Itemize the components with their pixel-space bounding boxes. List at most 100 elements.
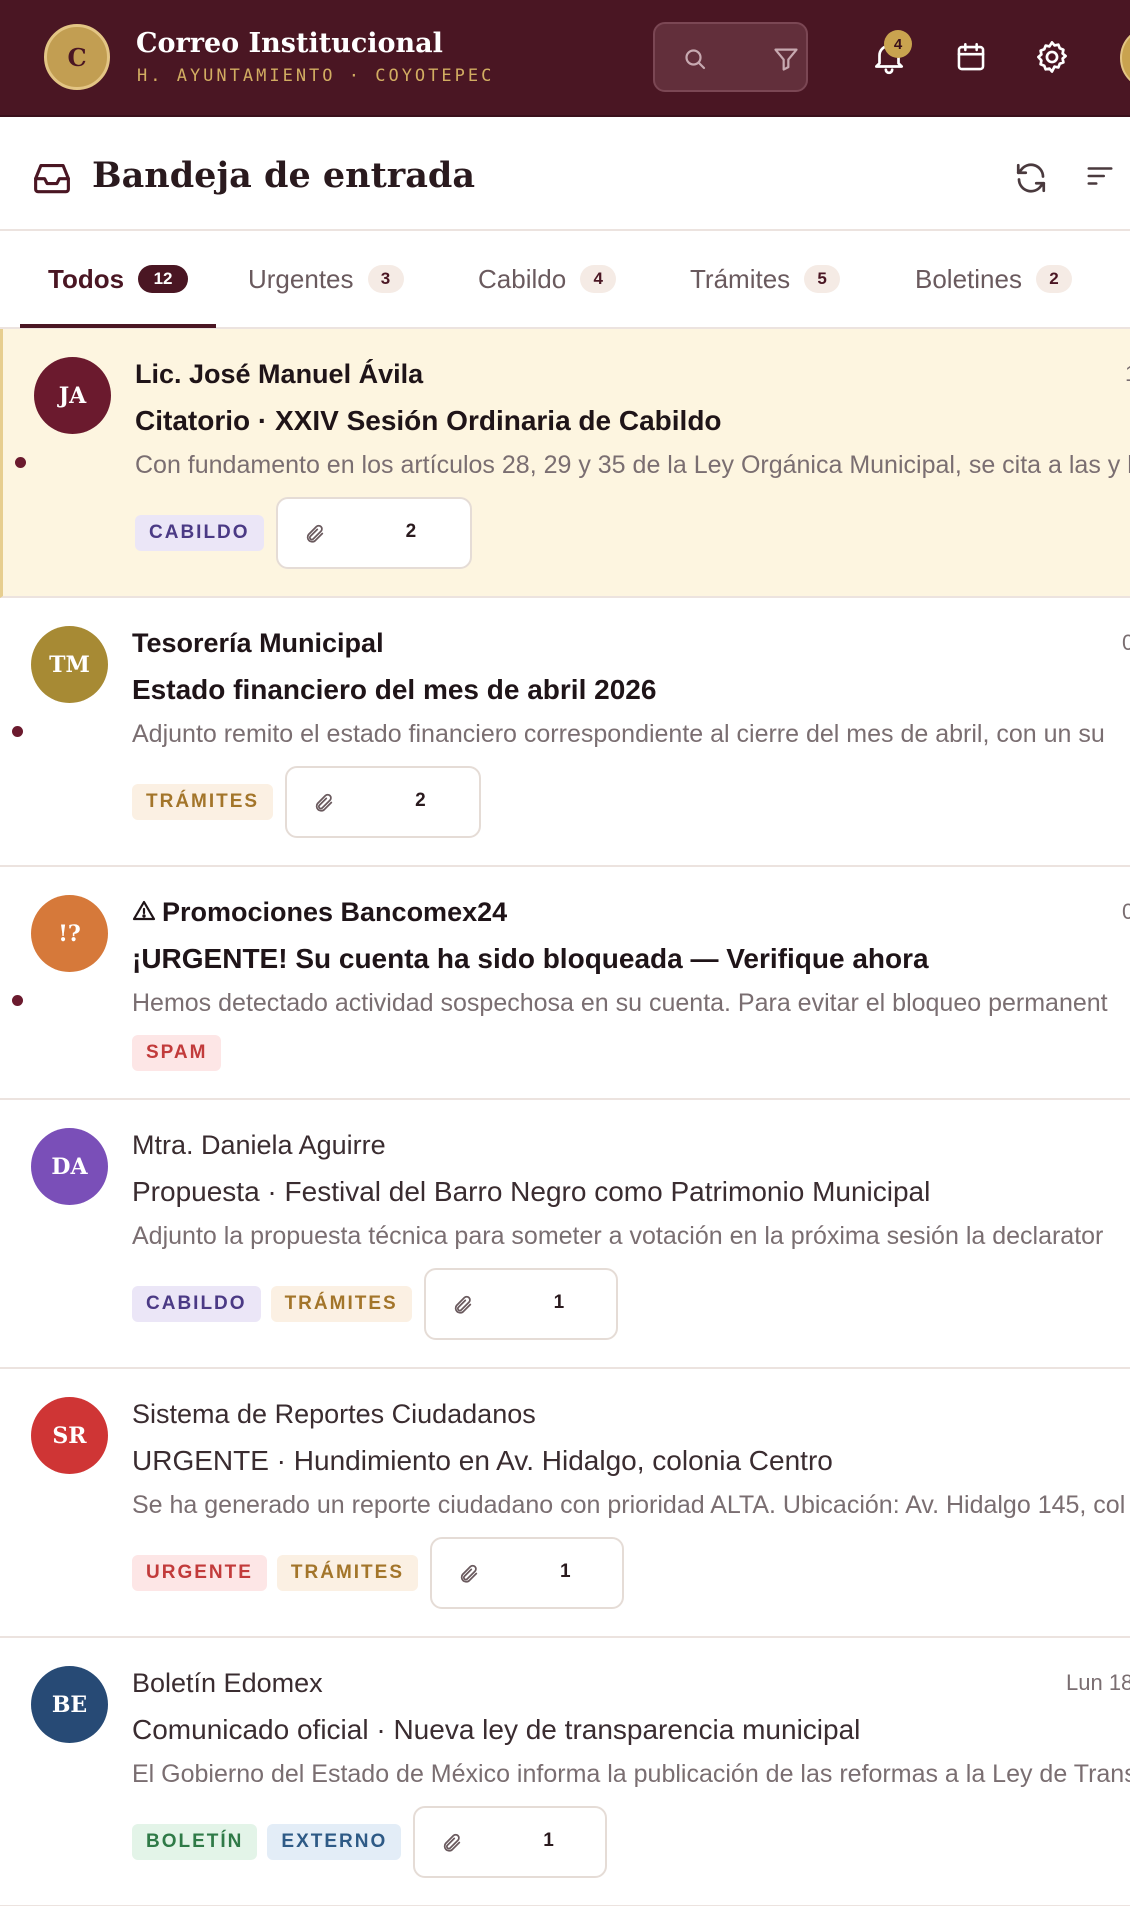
tag-list: CABILDO TRÁMITES 1 [132, 1268, 618, 1340]
attachment-chip[interactable]: 1 [430, 1537, 625, 1609]
avatar: SR [31, 1397, 108, 1474]
message-row[interactable]: BE Boletín Edomex Lun 18 Comunicado ofic… [0, 1638, 1130, 1906]
filter-icon[interactable] [772, 45, 800, 78]
warning-icon [132, 899, 156, 930]
message-preview: Adjunto la propuesta técnica para somete… [132, 1222, 1104, 1250]
refresh-icon[interactable] [1013, 160, 1049, 201]
tab-cabildo[interactable]: Cabildo 4 [478, 231, 617, 327]
tab-label: Trámites [690, 263, 791, 294]
tab-label: Todos [48, 263, 125, 294]
message-preview: El Gobierno del Estado de México informa… [132, 1760, 1130, 1788]
tag-cabildo: CABILDO [132, 1286, 261, 1322]
message-row[interactable]: SR Sistema de Reportes Ciudadanos URGENT… [0, 1369, 1130, 1638]
message-date: 0 [1122, 630, 1130, 655]
paperclip-icon [458, 1563, 480, 1590]
attachment-chip[interactable]: 2 [275, 497, 472, 569]
sender-name: Tesorería Municipal [132, 628, 384, 658]
unread-indicator [15, 457, 26, 468]
avatar: BE [31, 1666, 108, 1743]
paperclip-icon [441, 1832, 463, 1859]
tag-tramites: TRÁMITES [270, 1286, 412, 1322]
message-subject: Citatorio · XXIV Sesión Ordinaria de Cab… [135, 405, 722, 436]
page-title: Bandeja de entrada [92, 155, 476, 196]
attachment-count: 2 [415, 790, 426, 811]
attachment-count: 1 [560, 1561, 571, 1582]
tab-label: Boletines [915, 263, 1022, 294]
message-row[interactable]: !? Promociones Bancomex24 0 ¡URGENTE! Su… [0, 867, 1130, 1100]
gear-icon[interactable] [1033, 38, 1071, 81]
user-avatar[interactable] [1120, 26, 1130, 90]
message-row[interactable]: DA Mtra. Daniela Aguirre Propuesta · Fes… [0, 1100, 1130, 1369]
inbox-header: Bandeja de entrada [0, 117, 1130, 231]
active-tab-indicator [20, 324, 216, 328]
tag-list: TRÁMITES 2 [132, 766, 482, 838]
search-icon[interactable] [683, 47, 707, 76]
message-row[interactable]: TM Tesorería Municipal 0 Estado financie… [0, 598, 1130, 867]
tab-tramites[interactable]: Trámites 5 [690, 231, 841, 327]
tab-count-badge: 5 [804, 265, 841, 293]
tab-count-badge: 4 [580, 265, 617, 293]
tab-todos[interactable]: Todos 12 [48, 231, 189, 327]
tag-list: CABILDO 2 [135, 497, 472, 569]
tag-cabildo: CABILDO [135, 515, 264, 551]
sender-name: Mtra. Daniela Aguirre [132, 1130, 386, 1160]
attachment-count: 1 [553, 1292, 565, 1313]
tab-count-badge: 2 [1035, 265, 1072, 293]
tab-count-badge: 12 [138, 265, 189, 293]
attachment-count: 2 [405, 521, 417, 542]
app-logo: C [44, 24, 110, 90]
top-bar: C Correo Institucional H. AYUNTAMIENTO ·… [0, 0, 1130, 117]
sender-name: Boletín Edomex [132, 1668, 323, 1698]
sender-name: Promociones Bancomex24 [132, 897, 507, 930]
unread-indicator [12, 726, 23, 737]
app-subtitle: H. AYUNTAMIENTO · COYOTEPEC [137, 66, 495, 86]
attachment-chip[interactable]: 1 [413, 1806, 608, 1878]
tag-list: BOLETÍN EXTERNO 1 [132, 1806, 608, 1878]
attachment-count: 1 [543, 1830, 554, 1851]
avatar: JA [34, 357, 111, 434]
message-row[interactable]: JA Lic. José Manuel Ávila 1 Citatorio · … [0, 329, 1130, 598]
attachment-chip[interactable]: 1 [423, 1268, 618, 1340]
calendar-icon[interactable] [954, 40, 988, 79]
message-preview: Se ha generado un reporte ciudadano con … [132, 1491, 1126, 1519]
avatar: DA [31, 1128, 108, 1205]
message-subject: Propuesta · Festival del Barro Negro com… [132, 1176, 931, 1207]
tab-label: Urgentes [248, 263, 354, 294]
tag-tramites: TRÁMITES [276, 1555, 419, 1591]
paperclip-icon [452, 1294, 474, 1321]
message-subject: URGENTE · Hundimiento en Av. Hidalgo, co… [132, 1445, 833, 1476]
message-preview: Adjunto remito el estado financiero corr… [132, 720, 1105, 748]
sender-name: Lic. José Manuel Ávila [135, 359, 424, 389]
message-date: Lun 18 [1066, 1670, 1130, 1695]
message-subject: ¡URGENTE! Su cuenta ha sido bloqueada — … [132, 943, 929, 974]
message-date: 0 [1122, 899, 1130, 924]
sender-name: Sistema de Reportes Ciudadanos [132, 1399, 536, 1429]
tag-externo: EXTERNO [267, 1824, 402, 1860]
tab-count-badge: 3 [367, 265, 404, 293]
tag-spam: SPAM [132, 1035, 222, 1071]
unread-indicator [12, 995, 23, 1006]
attachment-chip[interactable]: 2 [285, 766, 482, 838]
tag-urgente: URGENTE [132, 1555, 267, 1591]
message-date: 1 [1125, 361, 1130, 387]
tab-label: Cabildo [478, 263, 567, 294]
sort-icon[interactable] [1085, 162, 1115, 195]
avatar: !? [31, 895, 108, 972]
message-list: JA Lic. José Manuel Ávila 1 Citatorio · … [0, 329, 1130, 1906]
tab-urgentes[interactable]: Urgentes 3 [248, 231, 404, 327]
avatar: TM [31, 626, 108, 703]
tab-bar: Todos 12 Urgentes 3 Cabildo 4 Trámites 5… [0, 231, 1130, 329]
tab-boletines[interactable]: Boletines 2 [915, 231, 1072, 327]
tag-list: SPAM [132, 1035, 222, 1071]
paperclip-icon [304, 523, 326, 550]
message-preview: Con fundamento en los artículos 28, 29 y… [135, 451, 1130, 479]
inbox-icon [32, 159, 72, 200]
paperclip-icon [313, 792, 335, 819]
tag-tramites: TRÁMITES [132, 784, 274, 820]
message-subject: Comunicado oficial · Nueva ley de transp… [132, 1714, 861, 1745]
tag-boletin: BOLETÍN [132, 1824, 258, 1860]
notification-badge: 4 [884, 30, 912, 58]
message-subject: Estado financiero del mes de abril 2026 [132, 674, 657, 705]
message-preview: Hemos detectado actividad sospechosa en … [132, 989, 1108, 1017]
search-box[interactable] [653, 22, 808, 92]
